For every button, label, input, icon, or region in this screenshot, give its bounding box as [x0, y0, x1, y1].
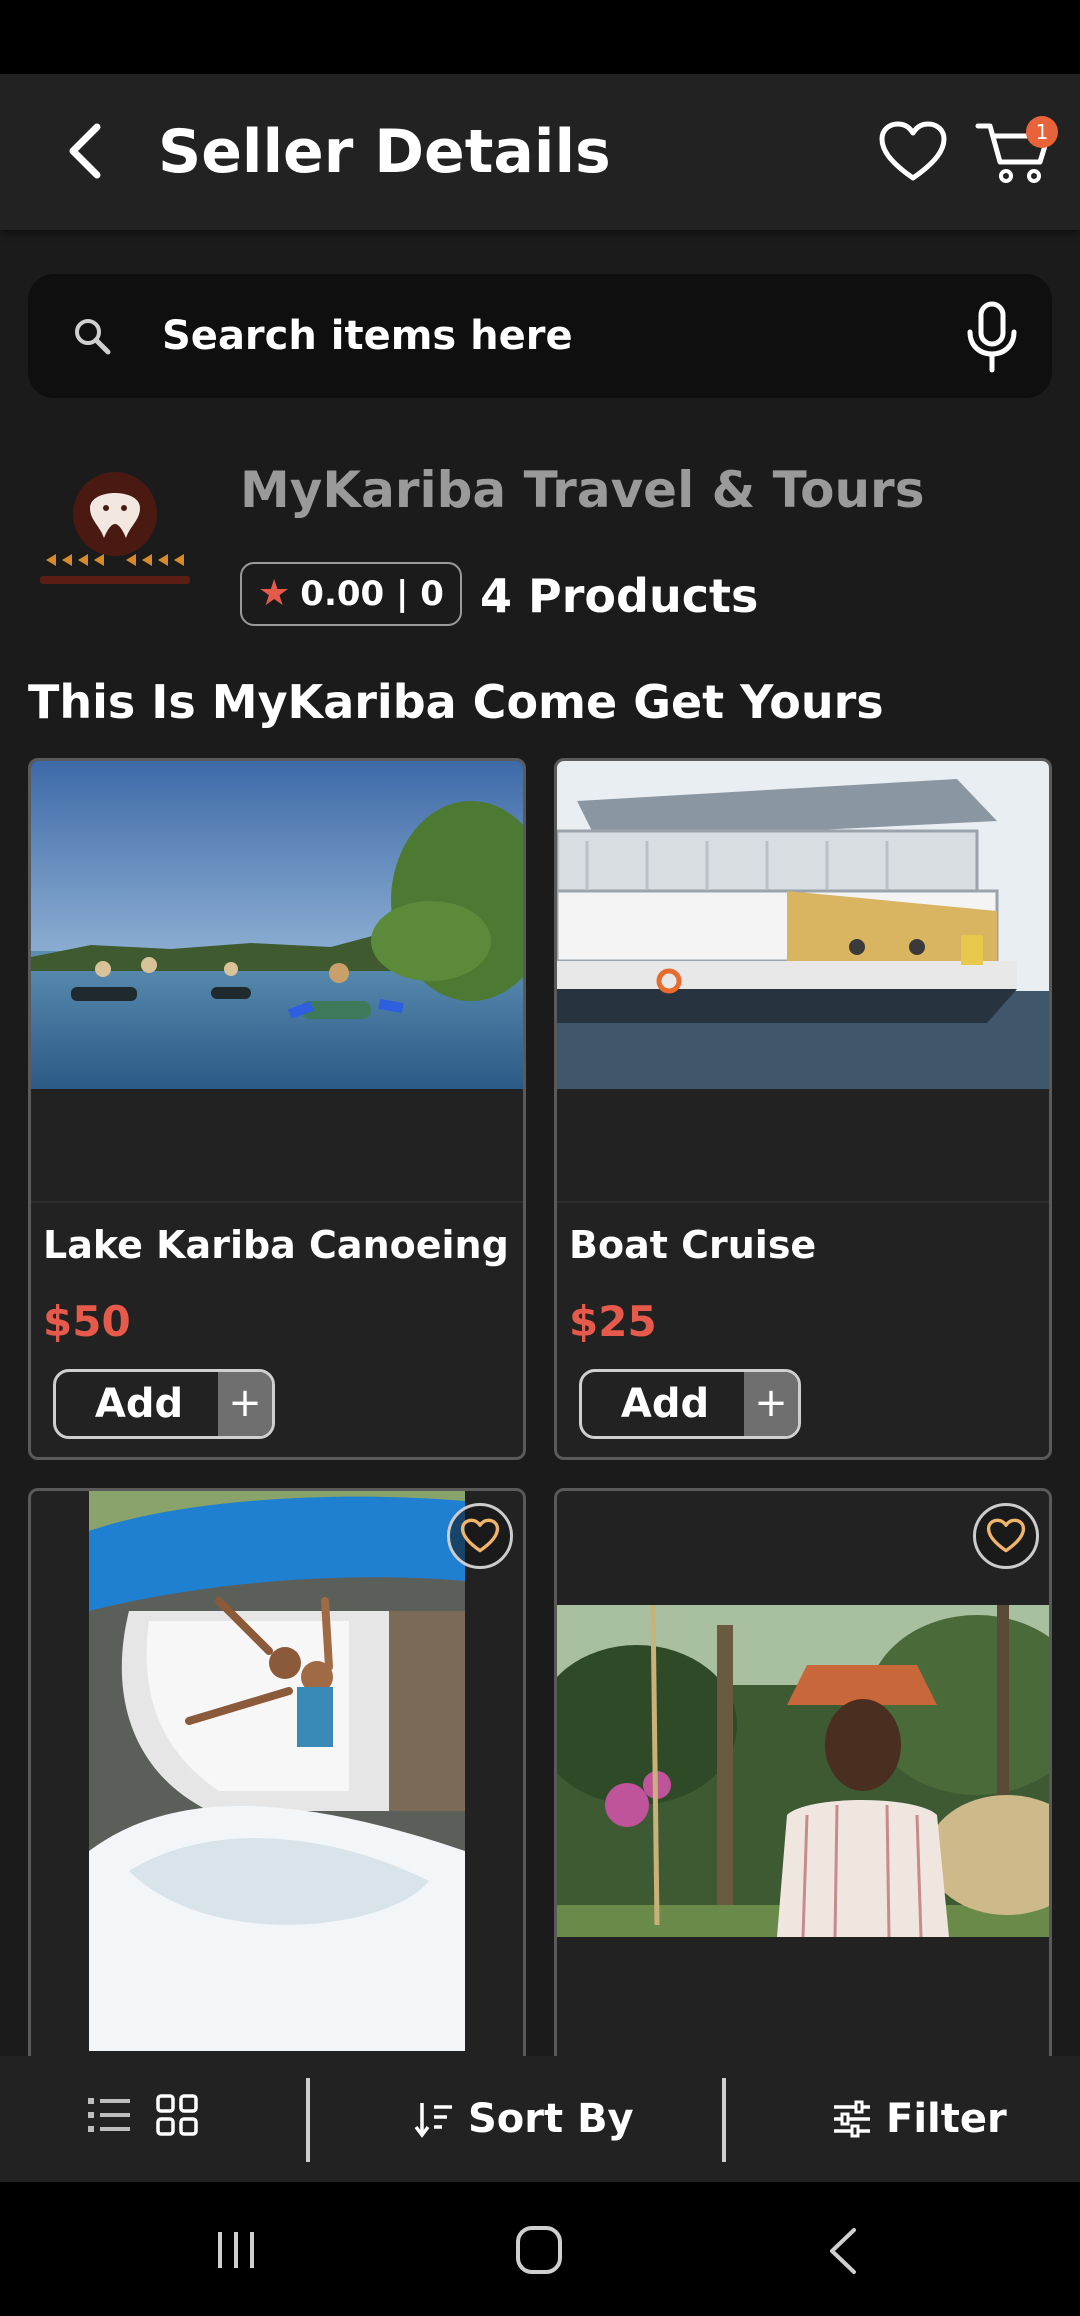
product-price: $25: [569, 1297, 657, 1346]
app-header: Seller Details 1: [0, 74, 1080, 230]
product-title[interactable]: Boat Cruise: [569, 1223, 816, 1267]
back-button[interactable]: [52, 118, 118, 184]
add-label: Add: [94, 1381, 184, 1427]
product-title[interactable]: Lake Kariba Canoeing: [43, 1223, 509, 1267]
product-card[interactable]: [554, 1488, 1052, 2088]
add-label: Add: [620, 1381, 710, 1427]
home-icon[interactable]: [514, 2224, 564, 2276]
mic-icon[interactable]: [962, 300, 1022, 374]
divider: [722, 2078, 726, 2162]
plus-icon: +: [744, 1372, 798, 1436]
list-view-icon[interactable]: [88, 2094, 130, 2136]
card-divider: [31, 1201, 523, 1203]
filter-button[interactable]: Filter: [832, 2086, 1007, 2152]
system-nav-bar: [0, 2182, 1080, 2316]
card-divider: [557, 1201, 1049, 1203]
add-to-cart-button[interactable]: Add +: [579, 1369, 801, 1439]
wishlist-toggle[interactable]: [447, 1503, 513, 1569]
products-count: 4 Products: [480, 569, 759, 623]
heart-icon: [460, 1518, 500, 1553]
add-to-cart-button[interactable]: Add +: [53, 1369, 275, 1439]
plus-icon: +: [218, 1372, 272, 1436]
seller-tagline: This Is MyKariba Come Get Yours: [28, 675, 884, 729]
product-price: $50: [43, 1297, 131, 1346]
status-bar: [0, 0, 1080, 74]
page-title: Seller Details: [158, 117, 611, 187]
seller-name: MyKariba Travel & Tours: [240, 461, 925, 519]
cart-count-badge: 1: [1026, 116, 1058, 148]
filter-label: Filter: [886, 2096, 1007, 2142]
product-card[interactable]: [28, 1488, 526, 2088]
rating-badge: ★ 0.00 | 0: [240, 562, 462, 626]
sort-button[interactable]: Sort By: [414, 2086, 634, 2152]
heart-icon: [986, 1518, 1026, 1553]
seller-logo: [30, 468, 200, 598]
product-image[interactable]: [31, 761, 523, 1089]
back-arrow-icon: [69, 123, 101, 179]
bottom-action-bar: Sort By Filter: [0, 2056, 1080, 2182]
product-image[interactable]: [557, 761, 1049, 1089]
grid-view-icon[interactable]: [156, 2094, 198, 2136]
recent-apps-icon[interactable]: [214, 2228, 258, 2272]
divider: [306, 2078, 310, 2162]
wishlist-button[interactable]: [878, 120, 948, 184]
product-card[interactable]: Lake Kariba Canoeing $50 Add +: [28, 758, 526, 1460]
search-bar[interactable]: [28, 274, 1052, 398]
star-icon: ★: [258, 573, 291, 614]
search-icon: [75, 319, 111, 355]
heart-icon: [879, 121, 947, 181]
rating-value: 0.00 | 0: [300, 574, 444, 614]
product-image[interactable]: [89, 1491, 465, 2051]
filter-icon: [834, 2100, 870, 2138]
sort-icon: [414, 2103, 452, 2138]
sort-label: Sort By: [468, 2096, 634, 2142]
search-input[interactable]: [162, 304, 802, 368]
product-image[interactable]: [557, 1605, 1049, 1937]
wishlist-toggle[interactable]: [973, 1503, 1039, 1569]
nav-back-icon[interactable]: [824, 2226, 860, 2276]
product-card[interactable]: Boat Cruise $25 Add +: [554, 758, 1052, 1460]
